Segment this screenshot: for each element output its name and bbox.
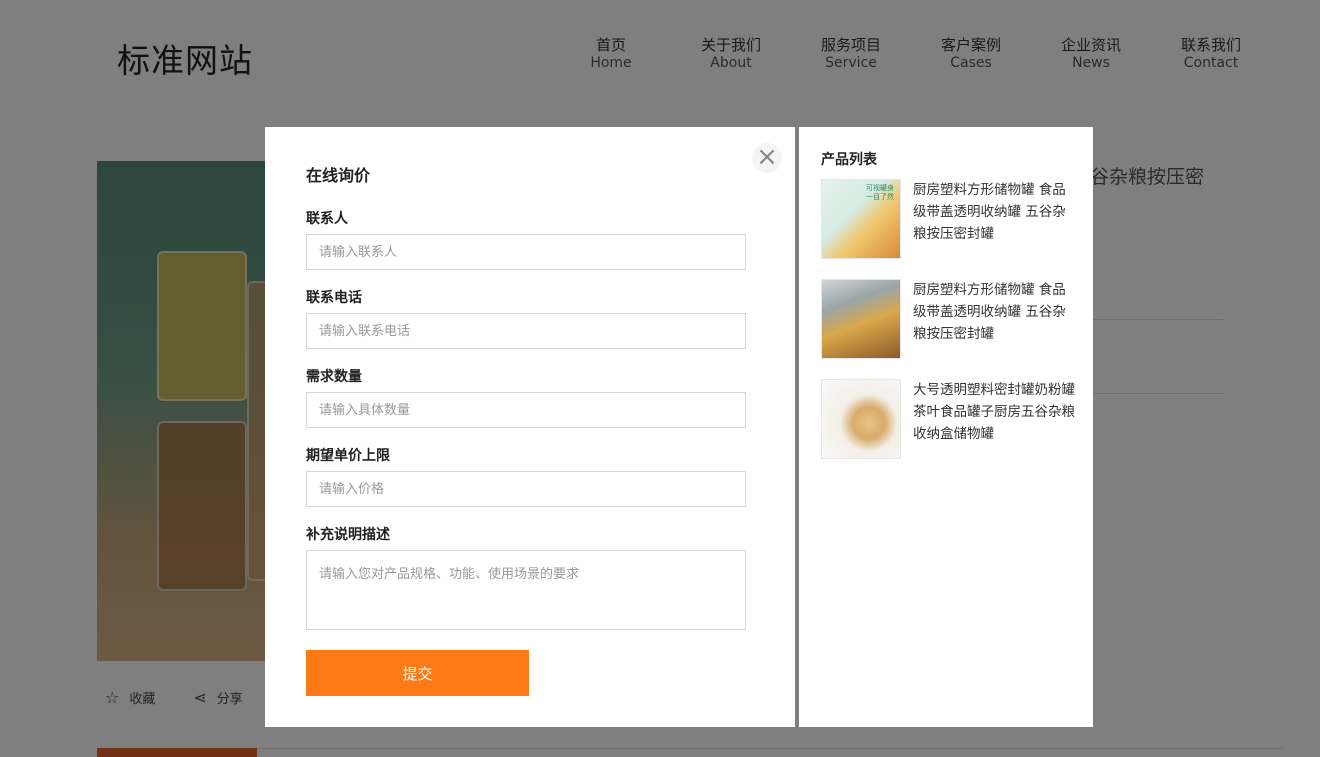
submit-button[interactable]: 提交 <box>306 650 529 696</box>
product-list-item[interactable]: 大号透明塑料密封罐奶粉罐茶叶食品罐子厨房五谷杂粮收纳盒储物罐 <box>821 379 1077 459</box>
quantity-label: 需求数量 <box>306 369 362 385</box>
product-name: 厨房塑料方形储物罐 食品级带盖透明收纳罐 五谷杂粮按压密封罐 <box>913 182 1066 242</box>
product-thumbnail <box>821 279 901 359</box>
product-thumbnail: 可视罐身 一目了然 <box>821 179 901 259</box>
thumbnail-caption: 可视罐身 一目了然 <box>866 184 894 201</box>
product-list-title: 产品列表 <box>821 152 877 168</box>
description-label: 补充说明描述 <box>306 527 390 543</box>
form-title: 在线询价 <box>306 166 371 185</box>
contact-name-input[interactable] <box>306 234 746 270</box>
product-list-item[interactable]: 可视罐身 一目了然 厨房塑料方形储物罐 食品级带盖透明收纳罐 五谷杂粮按压密封罐 <box>821 179 1077 259</box>
contact-name-label: 联系人 <box>306 211 348 227</box>
product-thumbnail <box>821 379 901 459</box>
price-limit-input[interactable] <box>306 471 746 507</box>
close-icon[interactable]: × <box>752 143 782 173</box>
product-name: 大号透明塑料密封罐奶粉罐茶叶食品罐子厨房五谷杂粮收纳盒储物罐 <box>913 382 1075 442</box>
price-limit-label: 期望单价上限 <box>306 448 390 464</box>
product-list-item[interactable]: 厨房塑料方形储物罐 食品级带盖透明收纳罐 五谷杂粮按压密封罐 <box>821 279 1077 359</box>
description-textarea[interactable] <box>306 550 746 630</box>
quantity-input[interactable] <box>306 392 746 428</box>
product-name: 厨房塑料方形储物罐 食品级带盖透明收纳罐 五谷杂粮按压密封罐 <box>913 282 1066 342</box>
contact-phone-label: 联系电话 <box>306 290 362 306</box>
contact-phone-input[interactable] <box>306 313 746 349</box>
